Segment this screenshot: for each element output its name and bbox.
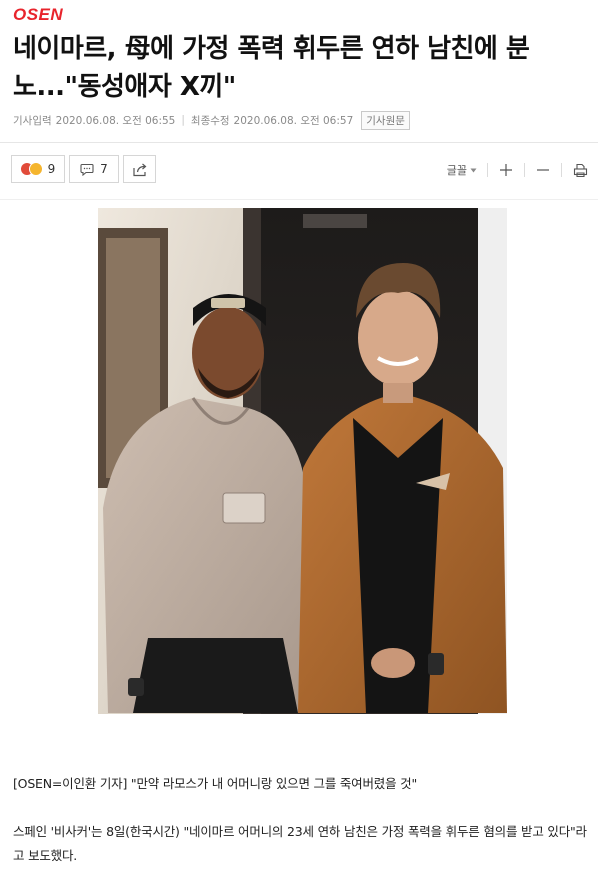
font-dropdown[interactable]: 글꼴	[447, 162, 477, 178]
reaction-button[interactable]: 9	[11, 155, 65, 183]
font-label: 글꼴	[446, 164, 467, 177]
published-time: 2020.06.08. 오전 06:55	[55, 114, 176, 127]
photo-illustration	[98, 208, 507, 714]
meta-separator: |	[181, 114, 185, 126]
modified-label: 최종수정	[190, 114, 230, 127]
meta-divider	[0, 142, 598, 143]
minus-icon[interactable]	[535, 162, 551, 178]
plus-icon[interactable]	[498, 162, 514, 178]
share-icon	[132, 162, 148, 177]
print-icon[interactable]	[572, 162, 588, 178]
article-paragraph-1: [OSEN=이인환 기자] "만약 라모스가 내 어머니랑 있으면 그를 죽여버…	[13, 776, 418, 791]
article-photo[interactable]	[98, 208, 507, 714]
article-paragraph-2: 스페인 '비사커'는 8일(한국시간) "네이마르 어머니의 23세 연하 남친…	[13, 824, 587, 863]
modified-time: 2020.06.08. 오전 06:57	[233, 114, 354, 127]
chevron-down-icon	[470, 168, 477, 173]
reaction-emoji-icon	[20, 162, 43, 176]
reaction-count: 9	[47, 162, 56, 176]
text-tools: 글꼴	[447, 160, 588, 180]
article-meta: 기사입력 2020.06.08. 오전 06:55 | 최종수정 2020.06…	[13, 110, 410, 130]
comment-count: 7	[100, 162, 108, 176]
osen-logo[interactable]: OSEN	[13, 5, 63, 25]
article-toolbar: 9 7	[11, 155, 156, 185]
original-article-button[interactable]: 기사원문	[361, 110, 410, 130]
comment-button[interactable]: 7	[69, 155, 119, 183]
published-label: 기사입력	[13, 114, 52, 127]
share-button[interactable]	[123, 155, 156, 183]
speech-bubble-icon	[80, 163, 94, 176]
article-title: 네이마르, 母에 가정 폭력 휘두른 연하 남친에 분노..."동성애자 X끼"	[13, 34, 530, 102]
toolbar-divider	[0, 199, 598, 200]
